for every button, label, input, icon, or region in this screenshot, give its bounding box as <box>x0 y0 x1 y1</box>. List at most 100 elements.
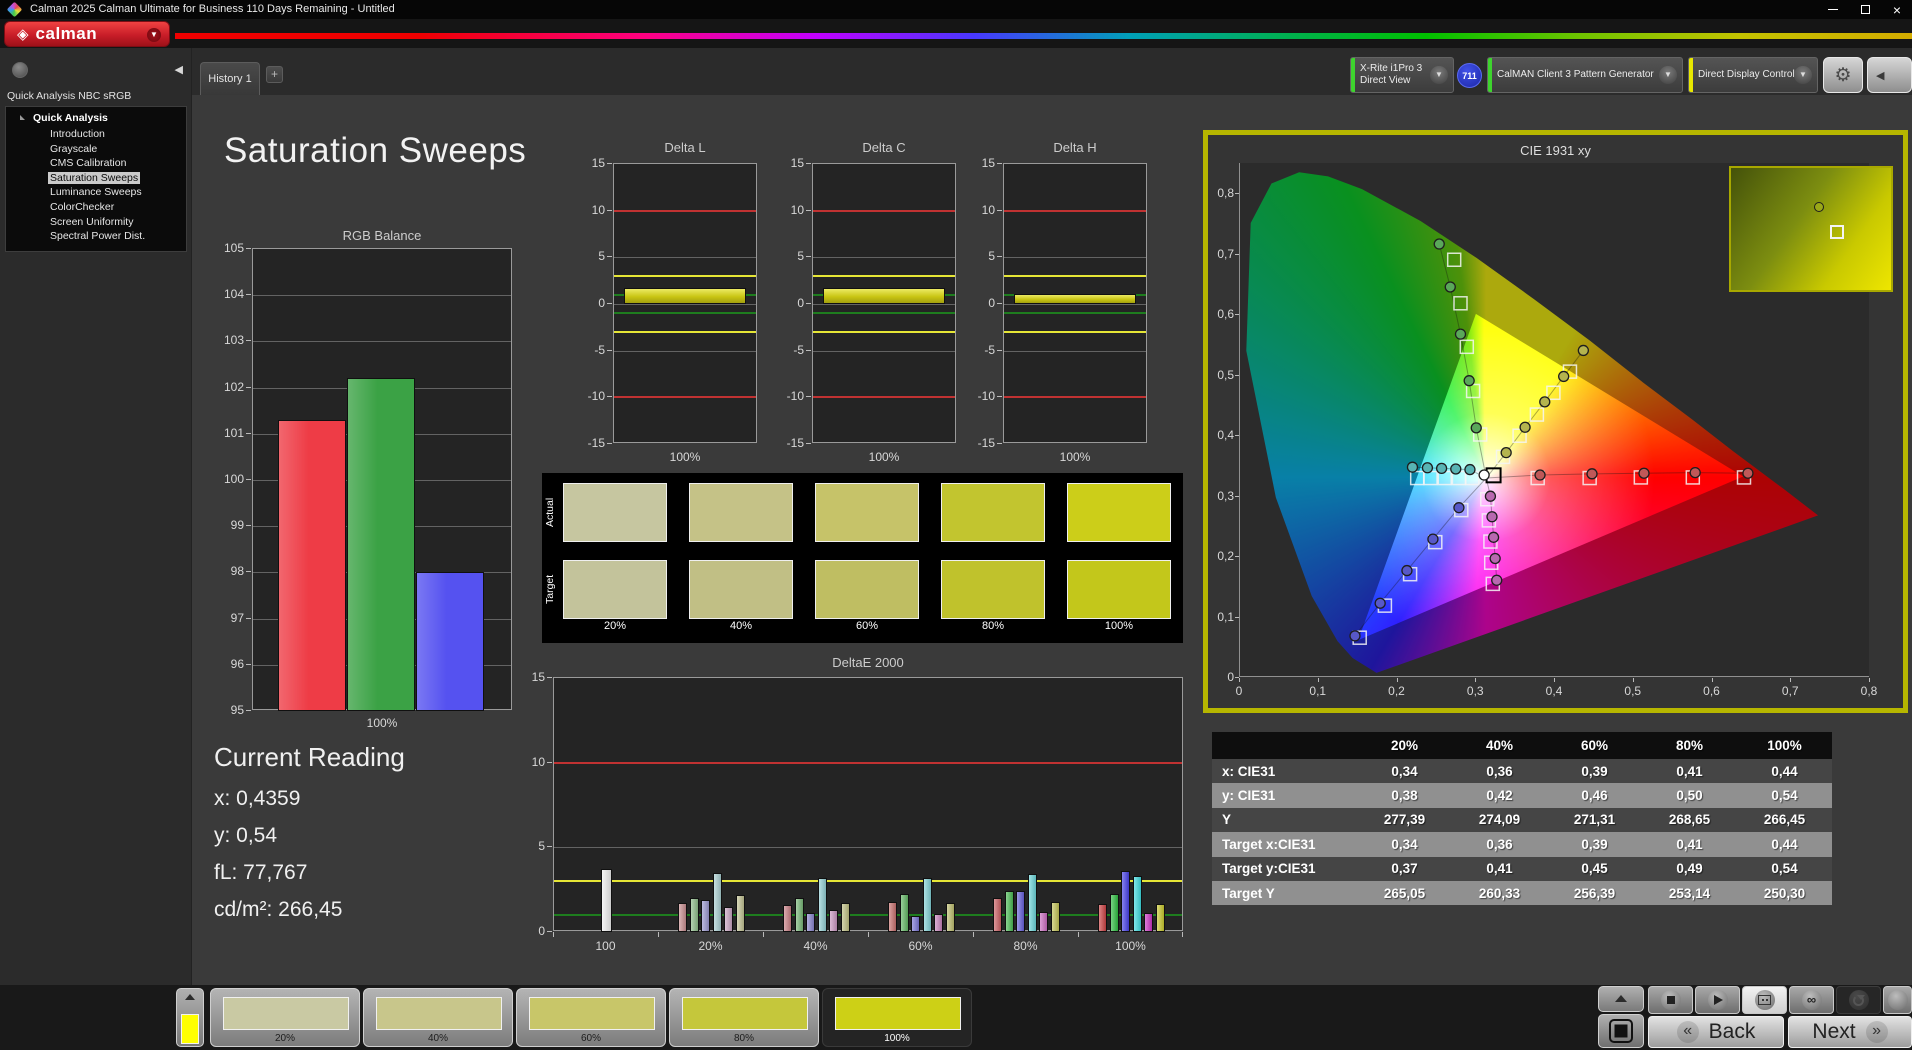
y-tick-mark <box>806 349 811 351</box>
gridline <box>253 341 511 343</box>
table-row-label: Target Y <box>1222 885 1275 901</box>
display-control-button[interactable]: Direct Display Control ▼ <box>1688 57 1818 93</box>
pattern-button-100%[interactable]: 100% <box>822 988 972 1047</box>
y-tick-mark <box>607 303 612 304</box>
tab-history-1[interactable]: History 1 <box>200 62 260 95</box>
pattern-window-button[interactable] <box>1598 1014 1644 1048</box>
x-axis-label: 100% <box>669 450 701 464</box>
stop-button[interactable] <box>1648 986 1693 1014</box>
measured-point <box>1487 531 1500 543</box>
deltae-bar <box>794 898 804 932</box>
sidebar-item-colorchecker[interactable]: ColorChecker <box>6 200 186 215</box>
close-button[interactable]: × <box>1882 0 1912 19</box>
x-tick-mark <box>868 932 869 937</box>
measured-point <box>1486 511 1498 523</box>
minimize-button[interactable] <box>1818 0 1848 19</box>
pattern-button-40%[interactable]: 40% <box>363 988 513 1047</box>
tab-bar: History 1 + X-Rite i1Pro 3 Direct View ▼ … <box>0 48 1912 95</box>
quick-pattern-button[interactable] <box>176 988 204 1047</box>
sidebar-item-grayscale[interactable]: Grayscale <box>6 142 186 157</box>
y-tick-mark <box>1235 253 1239 255</box>
sidebar-item-screen-uniformity[interactable]: Screen Uniformity <box>6 215 186 230</box>
chevron-left-icon: « <box>1676 1021 1699 1043</box>
chevron-down-icon[interactable]: ▼ <box>1794 66 1812 84</box>
measured-point <box>1463 375 1475 387</box>
measured-point <box>1491 574 1503 586</box>
sync-button[interactable] <box>1836 986 1881 1014</box>
pattern-button-20%[interactable]: 20% <box>210 988 360 1047</box>
y-tick-label: 103 <box>223 333 244 348</box>
deltae-bar <box>783 904 793 932</box>
calman-menu-button[interactable]: ◈ calman ▼ <box>4 21 170 47</box>
measurement-table: 20% 40% 60% 80% 100% x: CIE31 0,34 0,36 0,39 0,41… <box>1212 732 1832 906</box>
pattern-generator-button[interactable]: CalMAN Client 3 Pattern Generator ▼ <box>1487 57 1683 93</box>
sidebar-item-introduction[interactable]: Introduction <box>6 127 186 142</box>
chevron-down-icon: ▼ <box>147 28 161 42</box>
extra-button[interactable] <box>1883 986 1912 1014</box>
y-tick-mark <box>246 432 251 434</box>
chevron-down-icon[interactable]: ▼ <box>1430 66 1448 84</box>
y-tick-label: 0,4 <box>1217 428 1234 443</box>
table-cell: 256,39 <box>1573 885 1616 901</box>
tree-root[interactable]: Quick Analysis <box>6 112 186 127</box>
table-cell: 0,38 <box>1391 788 1418 804</box>
sidebar-item-luminance-sweeps[interactable]: Luminance Sweeps <box>6 185 186 200</box>
continuous-measure-button[interactable]: ∞ <box>1789 986 1834 1014</box>
device-label: Direct Display Control <box>1698 69 1795 80</box>
y-tick-label: -15 <box>587 436 605 450</box>
collapse-panel-button[interactable]: ◀ <box>1867 57 1912 93</box>
swatch-target-100% <box>1067 560 1171 619</box>
sidebar-item-spectral-power-dist-[interactable]: Spectral Power Dist. <box>6 229 186 244</box>
pattern-options-button[interactable] <box>1598 986 1644 1012</box>
x-group-label: 40% <box>803 939 828 953</box>
deltae-bar <box>601 869 612 932</box>
table-cell: 0,45 <box>1581 861 1608 877</box>
pattern-icon <box>1758 995 1771 1005</box>
deltae-bar <box>911 915 921 932</box>
sidebar-item-cms-calibration[interactable]: CMS Calibration <box>6 156 186 171</box>
chevron-down-icon[interactable]: ▼ <box>1659 66 1677 84</box>
table-header-cell: 80% <box>1675 738 1704 753</box>
table-cell: 0,41 <box>1676 836 1703 852</box>
swatch-target-20% <box>563 560 667 619</box>
page-title: Saturation Sweeps <box>224 131 527 170</box>
table-cell: 0,39 <box>1581 836 1608 852</box>
table-header-row: 20% 40% 60% 80% 100% <box>1212 732 1832 759</box>
pattern-button-80%[interactable]: 80% <box>669 988 819 1047</box>
gridline <box>1004 350 1146 352</box>
yellow-limit-line <box>813 331 955 333</box>
pattern-button-60%[interactable]: 60% <box>516 988 666 1047</box>
pattern-label: 20% <box>274 1033 295 1044</box>
back-button[interactable]: « Back <box>1648 1016 1784 1048</box>
y-tick-label: 10 <box>981 202 995 217</box>
play-button[interactable] <box>1695 986 1740 1014</box>
add-tab-button[interactable]: + <box>266 66 283 83</box>
table-row: Target x:CIE31 0,34 0,36 0,39 0,41 0,44 <box>1212 832 1832 857</box>
gear-icon[interactable]: ⚙ <box>1823 57 1863 93</box>
table-header-cell: 20% <box>1390 738 1419 753</box>
bar-green <box>347 378 415 711</box>
x-group-label: 80% <box>1013 939 1038 953</box>
meter-device-button[interactable]: X-Rite i1Pro 3 Direct View ▼ <box>1350 57 1454 93</box>
cie-zoom-inset <box>1729 166 1893 292</box>
deltae-bar <box>1016 891 1026 932</box>
y-tick-label: 105 <box>223 241 244 255</box>
measure-button[interactable] <box>1742 986 1787 1014</box>
collapse-sidebar-icon[interactable]: ◀ <box>175 63 183 76</box>
deltae-bar <box>817 877 827 932</box>
table-row: x: CIE31 0,34 0,36 0,39 0,41 0,44 <box>1212 759 1832 784</box>
y-tick-label: 0,2 <box>1217 549 1234 564</box>
cie-1931-panel[interactable]: CIE 1931 xy 0 0,1 0,2 0,3 0,4 0,5 0,6 0,7 0,8 0 0,… <box>1203 130 1908 713</box>
meter-count-badge[interactable]: 711 <box>1457 63 1482 88</box>
deltae-bar <box>712 872 722 932</box>
maximize-button[interactable] <box>1850 0 1880 19</box>
back-label: Back <box>1708 1020 1756 1043</box>
sidebar-item-saturation-sweeps[interactable]: Saturation Sweeps <box>6 171 186 186</box>
table-row-label: Y <box>1222 812 1232 828</box>
workflow-options-icon[interactable] <box>12 62 28 78</box>
yellow-limit-line <box>1004 331 1146 333</box>
deltae-bar <box>735 894 745 932</box>
next-button[interactable]: Next » <box>1788 1016 1912 1048</box>
y-tick-label: 5 <box>538 839 545 854</box>
red-limit-line <box>614 209 756 212</box>
